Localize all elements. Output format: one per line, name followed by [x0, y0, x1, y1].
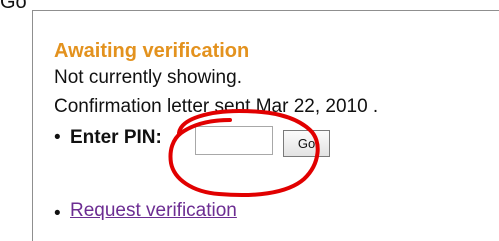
go-button[interactable]: Go [283, 130, 330, 157]
request-verification-link[interactable]: Request verification [70, 199, 237, 223]
verification-panel: Awaiting verification Not currently show… [32, 10, 499, 241]
not-showing-status: Not currently showing. [54, 67, 242, 88]
bullet-icon: • [54, 203, 61, 224]
confirmation-letter-text: Confirmation letter sent Mar 22, 2010 . [54, 96, 379, 117]
screenshot-stage: Go Awaiting verification Not currently s… [0, 0, 499, 241]
awaiting-verification-heading: Awaiting verification [54, 40, 250, 62]
top-strip: Go [0, 0, 499, 13]
enter-pin-row: • Enter PIN: Go [54, 123, 494, 157]
top-partial-text: Go [0, 0, 27, 13]
pin-input[interactable] [195, 126, 273, 155]
request-verification-row: • Request verification [54, 199, 454, 227]
enter-pin-label: Enter PIN: [70, 127, 162, 148]
bullet-icon: • [54, 127, 61, 148]
